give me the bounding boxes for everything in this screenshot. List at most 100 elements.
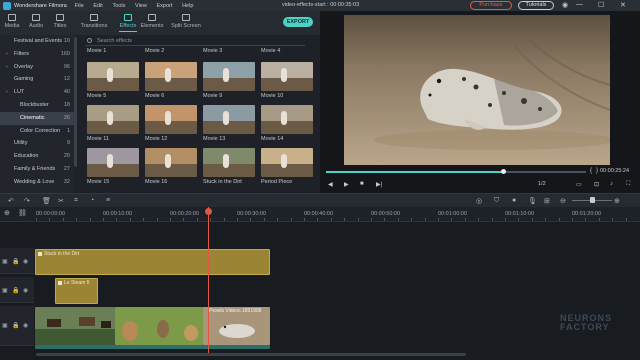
effect-thumbnail[interactable] [203,148,255,177]
snapshot-icon[interactable]: ⊡ [594,181,599,188]
fullscreen-icon[interactable]: ⛶ [626,181,630,188]
tab-elements[interactable]: Elements [140,11,164,35]
menu-export[interactable]: Export [157,3,173,9]
video-preview[interactable] [344,15,610,165]
menu-file[interactable]: File [75,3,84,9]
effect-thumbnail[interactable] [261,105,313,134]
video-clip-seal[interactable]: Pexels Videos 1851908 [203,307,270,345]
category-count: 40 [63,89,70,96]
adjust-icon[interactable]: ≡ [106,197,110,204]
play-icon[interactable]: ▶ [344,181,349,188]
tab-audio[interactable]: Audio [24,11,48,35]
category-item[interactable]: Wedding & Love 32 [0,176,74,189]
cut-icon[interactable]: ✂ [58,197,64,205]
category-scrollbar[interactable] [74,37,77,167]
timeline-ruler[interactable]: ⊕ ⛓ 00:00:00:00 00:00:10:00 00:00:20:00 00:… [0,207,640,222]
add-track-icon[interactable]: ⊕ [4,209,10,217]
eye-icon[interactable]: ◉ [23,322,28,329]
zoom-out-icon[interactable]: ⊖ [560,197,566,205]
stop-icon[interactable]: ■ [360,181,364,187]
fit-screen-icon[interactable]: ▭ [576,181,582,188]
account-icon[interactable]: ◉ [562,1,568,9]
redo-icon[interactable]: ↷ [24,197,30,205]
effect-thumbnail[interactable] [87,105,139,134]
effect-clip-icon [58,281,62,285]
minimize-button[interactable]: — [576,1,583,8]
render-icon[interactable]: ◎ [476,197,482,205]
category-item[interactable]: Family & Friends 27 [0,163,74,176]
menu-view[interactable]: View [135,3,147,9]
menu-help[interactable]: Help [182,3,193,9]
effect-clip-small[interactable]: Le Steam II [55,278,98,304]
category-item[interactable]: Education 20 [0,150,74,163]
effect-clip[interactable]: Stuck in the Dirt [35,249,270,275]
prev-frame-icon[interactable]: ◀ [328,181,333,188]
category-item[interactable]: Utility 9 [0,137,74,150]
tab-media[interactable]: Media [0,11,24,35]
category-item[interactable]: Festival and Events 10 [0,35,74,48]
video-clip-horses[interactable] [35,307,115,345]
preview-panel: { } 00:00:25:24 ◀ ▶ ■ ▶| 1/2 ▭ ⊡ ♪ ⛶ [320,11,640,193]
scrubber-handle[interactable] [500,169,506,174]
category-item[interactable]: LUT 40 [0,86,74,99]
effect-thumbnail[interactable] [145,148,197,177]
lock-icon[interactable]: 🔒 [12,287,19,294]
effect-thumbnail[interactable] [261,148,313,177]
effect-thumbnail[interactable] [203,105,255,134]
eye-icon[interactable]: ◉ [23,287,28,294]
thumb-ground [145,120,197,134]
category-item[interactable]: Overlay 96 [0,61,74,74]
playback-scrubber[interactable] [326,169,586,174]
mic-icon[interactable]: 🎙 [528,197,537,205]
lock-icon[interactable]: 🔒 [12,322,19,329]
category-item[interactable]: Filters 160 [0,48,74,61]
delete-icon[interactable]: 🗑 [42,197,51,205]
tab-transitions[interactable]: Transitions [72,11,116,35]
effect-thumbnail[interactable] [87,62,139,91]
effect-thumbnail[interactable] [87,148,139,177]
thumb-sky [145,148,197,164]
zoom-in-icon[interactable]: ⊕ [614,197,620,205]
tutorials-button[interactable]: Tutorials [518,1,554,10]
record-icon[interactable]: ● [512,197,516,204]
menu-tools[interactable]: Tools [112,3,125,9]
link-icon[interactable]: ⛓ [18,209,27,217]
category-item[interactable]: Cinematic 26 [0,111,74,125]
tab-effects[interactable]: Effects [116,11,140,35]
preview-ratio[interactable]: 1/2 [538,181,546,187]
playhead-handle[interactable] [205,208,212,215]
effect-thumbnail[interactable] [261,62,313,91]
category-item[interactable]: Color Correction 1 [0,125,74,138]
track-header-video: ▣ 🔒 ◉ [0,306,34,346]
effect-label: Movie 14 [261,136,284,142]
effect-thumbnail[interactable] [203,62,255,91]
video-clip-animals[interactable] [115,307,203,345]
mark-in-icon[interactable]: { [590,168,592,174]
marker-icon[interactable]: ⛉ [494,197,499,205]
undo-icon[interactable]: ↶ [8,197,14,205]
split-icon[interactable]: ⊞ [544,197,550,205]
lock-icon[interactable]: 🔒 [12,258,19,265]
mark-out-icon[interactable]: } [596,168,598,174]
speed-icon[interactable]: ◔ [90,197,94,204]
next-frame-icon[interactable]: ▶| [376,181,382,188]
category-item[interactable]: Gaming 12 [0,73,74,86]
menu-edit[interactable]: Edit [93,3,102,9]
seal-on-beach-frame [344,15,610,165]
maximize-button[interactable]: ☐ [598,1,604,9]
ruler-tick [625,218,627,221]
effects-search-input[interactable]: Search effects [85,36,305,46]
close-button[interactable]: ✕ [620,1,626,9]
timeline-scrollbar[interactable] [36,353,466,356]
effect-thumbnail[interactable] [145,105,197,134]
purchase-button[interactable]: Purchase [470,1,512,10]
tab-titles[interactable]: Titles [48,11,72,35]
export-button[interactable]: EXPORT [283,17,313,27]
zoom-slider-handle[interactable] [590,197,595,203]
tab-split-screen[interactable]: Split Screen [164,11,208,35]
eye-icon[interactable]: ◉ [23,258,28,265]
effect-thumbnail[interactable] [145,62,197,91]
category-item[interactable]: Blockbuster 18 [0,99,74,112]
crop-icon[interactable]: ⌗ [74,197,78,205]
volume-icon[interactable]: ♪ [610,181,613,187]
